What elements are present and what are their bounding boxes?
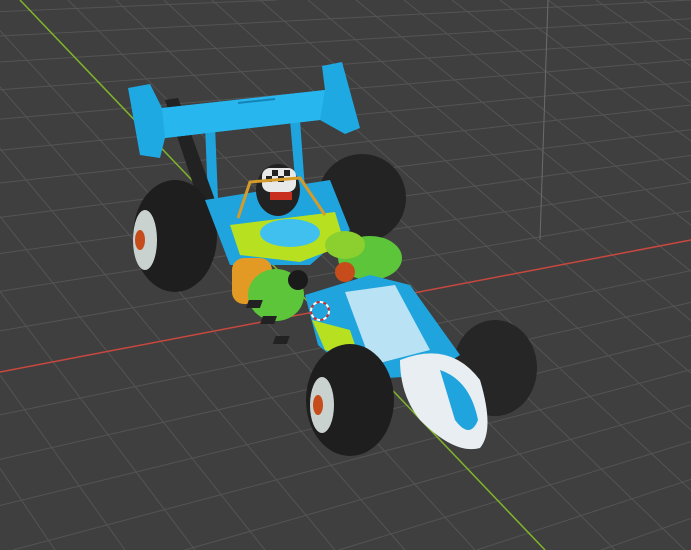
rear-wing	[128, 62, 360, 158]
rear-left-tire	[133, 180, 217, 292]
kart-model[interactable]	[0, 0, 691, 550]
3d-viewport[interactable]	[0, 0, 691, 550]
front-left-tire	[306, 344, 394, 456]
